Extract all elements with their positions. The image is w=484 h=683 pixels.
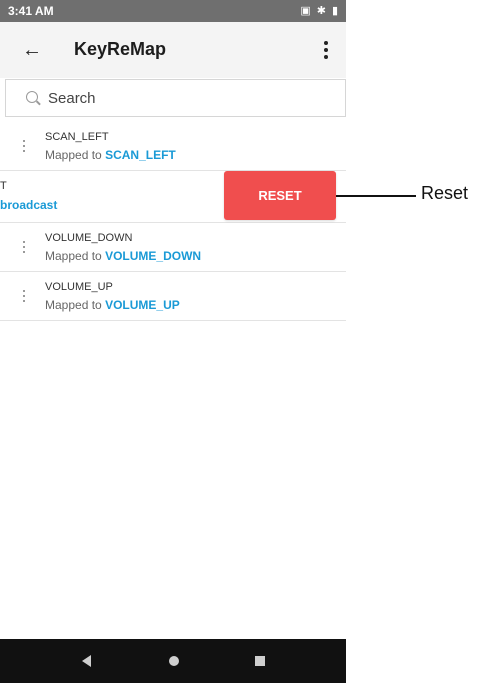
mapped-target: SCAN_LEFT <box>105 148 176 162</box>
status-time: 3:41 AM <box>8 4 54 18</box>
item-mapping: Mapped to VOLUME_DOWN <box>45 249 201 263</box>
search-icon <box>26 91 41 106</box>
callout-label: Reset <box>421 183 469 203</box>
reset-button[interactable]: RESET <box>224 171 336 220</box>
page-title: KeyReMap <box>74 39 167 59</box>
back-button[interactable]: ← <box>18 36 46 64</box>
app-bar: ← KeyReMap <box>0 22 346 78</box>
mapped-target: VOLUME_DOWN <box>105 249 202 263</box>
mapped-prefix: Mapped to <box>45 249 102 263</box>
drag-handle-icon[interactable] <box>22 290 26 302</box>
search-bar[interactable] <box>5 79 346 117</box>
arrow-back-icon: ← <box>22 38 42 61</box>
sim-icon: ▣ <box>300 5 311 17</box>
nav-recents-icon[interactable] <box>255 656 265 666</box>
drag-handle-icon[interactable] <box>22 140 26 152</box>
mapped-target: VOLUME_UP <box>105 298 180 312</box>
list-item[interactable]: VOLUME_UP Mapped to VOLUME_UP <box>0 272 346 321</box>
item-mapping: Mapped to VOLUME_UP <box>45 298 180 312</box>
mapped-prefix: Mapped to <box>45 148 102 162</box>
more-vertical-icon-dot <box>324 55 328 59</box>
nav-home-icon[interactable] <box>169 656 179 666</box>
more-vertical-icon <box>324 41 328 45</box>
navigation-bar <box>0 639 346 683</box>
item-key-name-fragment: T <box>0 180 7 192</box>
mapped-target-fragment: broadcast <box>0 198 58 212</box>
more-options-button[interactable] <box>318 36 334 64</box>
item-mapping: Mapped to SCAN_LEFT <box>45 148 176 162</box>
item-key-name: VOLUME_UP <box>45 281 113 293</box>
battery-icon: ▮ <box>331 5 338 17</box>
nav-back-icon[interactable] <box>82 655 91 667</box>
bluetooth-icon: ✱ <box>316 5 326 17</box>
phone-screen: 3:41 AM ▣ ✱ ▮ ← KeyReMap Search SCAN_LEF… <box>0 0 346 683</box>
more-vertical-icon-dot <box>324 48 328 52</box>
search-input[interactable] <box>46 88 310 108</box>
item-key-name: VOLUME_DOWN <box>45 232 133 244</box>
list-item[interactable]: SCAN_LEFT Mapped to SCAN_LEFT <box>0 122 346 171</box>
list-item[interactable]: VOLUME_DOWN Mapped to VOLUME_DOWN <box>0 223 346 272</box>
callout-line <box>336 195 416 197</box>
status-bar: 3:41 AM ▣ ✱ ▮ <box>0 0 346 22</box>
item-key-name: SCAN_LEFT <box>45 131 109 143</box>
drag-handle-icon[interactable] <box>22 241 26 253</box>
mapped-prefix: Mapped to <box>45 298 102 312</box>
status-icons: ▣ ✱ ▮ <box>300 4 338 18</box>
page: 3:41 AM ▣ ✱ ▮ ← KeyReMap Search SCAN_LEF… <box>0 0 484 683</box>
